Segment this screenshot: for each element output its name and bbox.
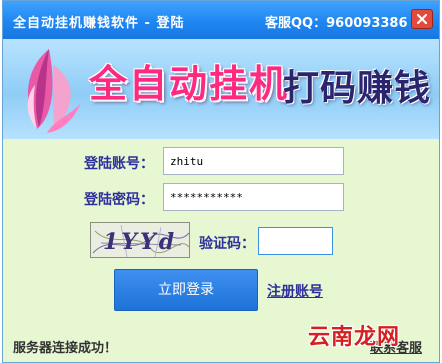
account-label: 登陆账号： <box>84 156 154 172</box>
register-link[interactable]: 注册账号 <box>267 281 323 301</box>
account-input[interactable] <box>163 147 344 175</box>
slogan-part1: 全自动挂机 <box>89 61 290 106</box>
password-input[interactable] <box>163 183 344 211</box>
captcha-input[interactable] <box>258 227 333 255</box>
slogan-part2: 打码赚钱 <box>283 67 432 109</box>
customer-service-qq: 客服QQ：960093386 <box>265 16 408 31</box>
watermark: 云南龙网 <box>308 325 401 350</box>
flame-petal-logo-icon <box>27 49 81 133</box>
captcha-label: 验证码： <box>199 236 255 252</box>
window-title: 全自动挂机赚钱软件 - 登陆 <box>13 16 185 31</box>
close-icon <box>417 14 427 24</box>
captcha-noise: 1YYd <box>92 224 189 257</box>
captcha-image[interactable]: 1YYd <box>90 222 190 258</box>
login-button[interactable]: 立即登录 <box>114 269 258 311</box>
close-button[interactable] <box>411 9 433 29</box>
connection-status: 服务器连接成功！ <box>13 341 118 356</box>
login-window: 全自动挂机赚钱软件 - 登陆 客服QQ：960093386 全自动挂机 打码赚钱… <box>2 0 440 363</box>
captcha-text: 1YYd <box>103 229 177 255</box>
password-label: 登陆密码： <box>84 192 154 208</box>
title-bar[interactable]: 全自动挂机赚钱软件 - 登陆 客服QQ：960093386 <box>3 1 439 39</box>
banner: 全自动挂机 打码赚钱 <box>3 39 439 139</box>
